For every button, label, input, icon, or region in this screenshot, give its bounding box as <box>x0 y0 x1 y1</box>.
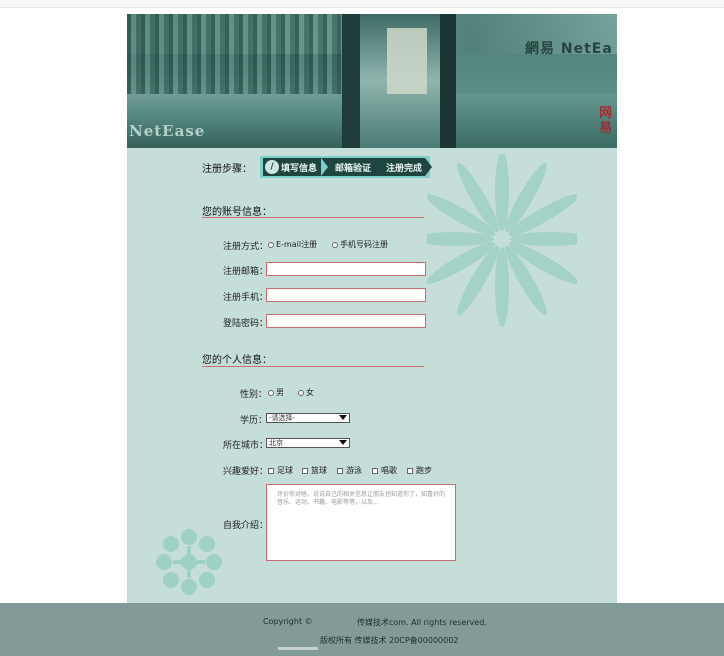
scroll-indicator <box>278 647 318 650</box>
banner-trees <box>127 14 342 94</box>
chevron-down-icon <box>339 415 347 420</box>
register-page: NetEase 網易 NetEa 网易 注册步骤： / 填写信息 邮箱验证 注册… <box>127 14 617 604</box>
password-field[interactable] <box>266 314 426 328</box>
education-select[interactable]: -请选择- <box>266 413 350 423</box>
pen-icon: / <box>265 160 279 174</box>
radio-female[interactable] <box>298 389 304 396</box>
intro-label: 自我介绍： <box>223 521 269 531</box>
hobby-singing[interactable]: 唱歌 <box>372 465 397 476</box>
checkbox-singing[interactable] <box>372 467 378 474</box>
email-field[interactable] <box>266 262 426 276</box>
netease-logo-right: 網易 NetEa <box>525 41 613 57</box>
personal-section-title: 您的个人信息： <box>202 355 272 366</box>
hobby-basketball[interactable]: 篮球 <box>302 465 327 476</box>
section-divider <box>202 366 424 367</box>
banner-glass-right <box>456 14 617 148</box>
method-label: 注册方式： <box>223 242 269 252</box>
browser-top-strip <box>0 0 724 8</box>
checkbox-running[interactable] <box>407 467 413 474</box>
copyright-prefix: Copyright © <box>263 617 313 626</box>
phone-field[interactable] <box>266 288 426 302</box>
method-option-email[interactable]: E-mail注册 <box>268 239 317 250</box>
email-label: 注册邮箱： <box>223 267 269 277</box>
registration-steps: / 填写信息 邮箱验证 注册完成 <box>260 156 432 178</box>
flower-decoration-large <box>427 154 577 327</box>
password-label: 登陆密码： <box>223 319 269 329</box>
step-complete: 注册完成 <box>386 164 423 174</box>
step-email-verify: 邮箱验证 <box>335 164 372 174</box>
banner-door-frame-right <box>440 14 456 148</box>
gender-label: 性别： <box>240 390 268 400</box>
section-divider <box>202 217 424 218</box>
hobby-swimming[interactable]: 游泳 <box>337 465 362 476</box>
footer: Copyright © 传媒技术com. All rights reserved… <box>0 603 724 656</box>
copyright-text: 传媒技术com. All rights reserved. <box>357 618 487 627</box>
radio-phone[interactable] <box>332 241 338 248</box>
icp-text: 版权所有 传媒技术 20CP备00000002 <box>320 636 459 645</box>
gender-option-female[interactable]: 女 <box>298 387 314 398</box>
method-option-phone[interactable]: 手机号码注册 <box>332 239 388 250</box>
intro-textarea[interactable]: 评价你对啥，说说自己的相关信息让朋友也知道你了，如喜好的音乐、运动、书籍、电影等… <box>266 484 456 561</box>
checkbox-football[interactable] <box>268 467 274 474</box>
radio-email[interactable] <box>268 241 274 248</box>
banner-door-panel <box>387 28 427 94</box>
hobby-label: 兴趣爱好： <box>223 467 269 477</box>
banner-image: NetEase 網易 NetEa 网易 <box>127 14 617 148</box>
step-fill-info: 填写信息 <box>281 164 318 174</box>
flower-decoration-small <box>156 529 222 595</box>
netease-logo-left: NetEase <box>129 122 206 140</box>
hobby-running[interactable]: 跑步 <box>407 465 432 476</box>
account-section-title: 您的账号信息： <box>202 207 272 218</box>
gender-option-male[interactable]: 男 <box>268 387 284 398</box>
netease-logo-mark: 网易 <box>599 106 613 136</box>
banner-door-frame-left <box>342 14 360 148</box>
city-select[interactable]: 北京 <box>266 438 350 448</box>
city-label: 所在城市： <box>223 441 269 451</box>
steps-label: 注册步骤： <box>202 164 252 175</box>
checkbox-swimming[interactable] <box>337 467 343 474</box>
checkbox-basketball[interactable] <box>302 467 308 474</box>
steps-bar: / 填写信息 邮箱验证 注册完成 <box>263 158 432 176</box>
chevron-down-icon <box>339 440 347 445</box>
radio-male[interactable] <box>268 389 274 396</box>
education-label: 学历： <box>240 416 268 426</box>
chevron-right-icon <box>321 158 328 176</box>
hobby-football[interactable]: 足球 <box>268 465 293 476</box>
chevron-right-icon <box>425 158 432 176</box>
phone-label: 注册手机： <box>223 293 269 303</box>
